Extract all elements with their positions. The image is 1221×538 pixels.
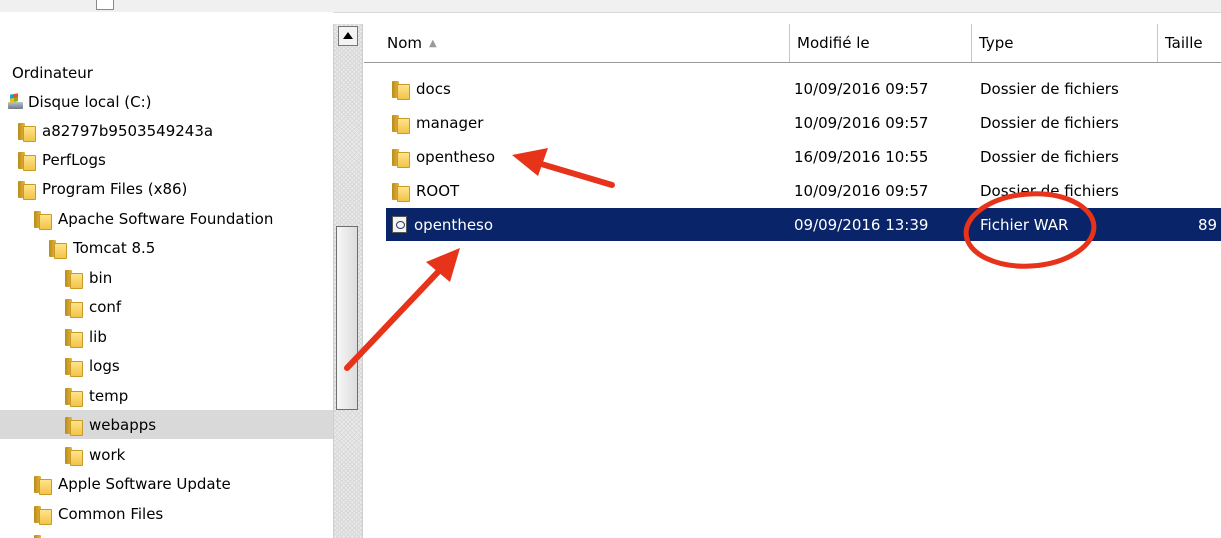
file-row-docs[interactable]: docs 10/09/2016 09:57 Dossier de fichier… xyxy=(386,72,1221,105)
nav-item-perflogs[interactable]: PerfLogs xyxy=(0,145,333,174)
folder-icon xyxy=(65,268,83,289)
scroll-up-arrow-icon[interactable] xyxy=(338,26,358,46)
folder-icon xyxy=(34,504,52,525)
column-header-label: Nom xyxy=(387,34,423,52)
war-file-icon xyxy=(392,216,407,233)
nav-item-apache-software-foundation[interactable]: Apache Software Foundation xyxy=(0,204,333,233)
folder-icon xyxy=(65,327,83,348)
nav-item-label: Program Files (x86) xyxy=(42,179,188,198)
sort-ascending-icon: ▲ xyxy=(429,37,437,49)
file-type: Dossier de fichiers xyxy=(980,181,1119,200)
nav-item-temp[interactable]: temp xyxy=(0,381,333,410)
nav-item-apple-software-update[interactable]: Apple Software Update xyxy=(0,469,333,498)
nav-item-label: a82797b9503549243a xyxy=(42,121,214,140)
column-header-label: Type xyxy=(979,34,1014,52)
column-header-type[interactable]: Type xyxy=(972,24,1158,62)
nav-item-label: lib xyxy=(89,327,107,346)
file-size: 89 xyxy=(1198,215,1218,234)
file-type: Dossier de fichiers xyxy=(980,147,1119,166)
folder-icon xyxy=(34,209,52,230)
column-header-size[interactable]: Taille xyxy=(1158,24,1221,62)
file-row-opentheso-war[interactable]: opentheso 09/09/2016 13:39 Fichier WAR 8… xyxy=(386,208,1221,241)
file-type: Fichier WAR xyxy=(980,215,1069,234)
navigation-pane: Ordinateur Disque local (C:) a82797b9503… xyxy=(0,12,333,538)
folder-icon xyxy=(65,415,83,436)
file-modified: 09/09/2016 13:39 xyxy=(794,215,929,234)
folder-icon xyxy=(18,150,36,171)
file-name: opentheso xyxy=(416,147,496,166)
folder-icon xyxy=(392,181,410,202)
file-name: opentheso xyxy=(414,215,494,234)
nav-item-computer[interactable]: Ordinateur xyxy=(0,58,333,87)
nav-item-work[interactable]: work xyxy=(0,440,333,469)
nav-item-partial[interactable] xyxy=(0,528,333,538)
folder-icon xyxy=(392,147,410,168)
file-row-root[interactable]: ROOT 10/09/2016 09:57 Dossier de fichier… xyxy=(386,174,1221,207)
file-row-opentheso-folder[interactable]: opentheso 16/09/2016 10:55 Dossier de fi… xyxy=(386,140,1221,173)
toolbar-checkbox[interactable] xyxy=(96,0,114,10)
nav-item-program-files-x86[interactable]: Program Files (x86) xyxy=(0,174,333,203)
nav-item-common-files[interactable]: Common Files xyxy=(0,499,333,528)
folder-icon xyxy=(392,79,410,100)
folder-icon xyxy=(65,445,83,466)
folder-icon xyxy=(392,113,410,134)
nav-item-label: webapps xyxy=(89,415,157,434)
drive-icon xyxy=(8,93,24,111)
folder-icon xyxy=(18,179,36,200)
file-modified: 10/09/2016 09:57 xyxy=(794,181,929,200)
file-name: ROOT xyxy=(416,181,460,200)
nav-item-logs[interactable]: logs xyxy=(0,351,333,380)
file-name: docs xyxy=(416,79,451,98)
nav-item-label: work xyxy=(89,445,126,464)
folder-icon xyxy=(34,533,52,538)
file-type: Dossier de fichiers xyxy=(980,113,1119,132)
nav-item-label: PerfLogs xyxy=(42,150,106,169)
nav-item-local-disk[interactable]: Disque local (C:) xyxy=(0,87,333,116)
file-row-manager[interactable]: manager 10/09/2016 09:57 Dossier de fich… xyxy=(386,106,1221,139)
nav-item-label: temp xyxy=(89,386,129,405)
nav-item-label: Common Files xyxy=(58,504,164,523)
column-header-label: Taille xyxy=(1165,34,1203,52)
scrollbar-thumb[interactable] xyxy=(336,226,358,410)
nav-item-conf[interactable]: conf xyxy=(0,292,333,321)
folder-icon xyxy=(65,356,83,377)
column-header-name[interactable]: Nom ▲ xyxy=(380,24,790,62)
file-type: Dossier de fichiers xyxy=(980,79,1119,98)
folder-icon xyxy=(34,474,52,495)
column-header-row: Nom ▲ Modifié le Type Taille xyxy=(364,24,1221,63)
nav-item-folder[interactable]: a82797b9503549243a xyxy=(0,116,333,145)
file-modified: 10/09/2016 09:57 xyxy=(794,113,929,132)
nav-item-label: Apple Software Update xyxy=(58,474,231,493)
column-header-label: Modifié le xyxy=(797,34,870,52)
column-header-modified[interactable]: Modifié le xyxy=(790,24,972,62)
file-modified: 10/09/2016 09:57 xyxy=(794,79,929,98)
folder-icon xyxy=(65,386,83,407)
folder-icon xyxy=(18,121,36,142)
file-name: manager xyxy=(416,113,484,132)
nav-item-tomcat[interactable]: Tomcat 8.5 xyxy=(0,233,333,262)
nav-item-label: bin xyxy=(89,268,113,287)
nav-item-label: Apache Software Foundation xyxy=(58,209,274,228)
nav-item-label: Ordinateur xyxy=(12,63,93,82)
nav-item-label: Tomcat 8.5 xyxy=(73,238,156,257)
nav-item-bin[interactable]: bin xyxy=(0,263,333,292)
file-modified: 16/09/2016 10:55 xyxy=(794,147,929,166)
nav-item-label: Disque local (C:) xyxy=(28,92,152,111)
file-explorer-window: Ordinateur Disque local (C:) a82797b9503… xyxy=(0,0,1221,538)
nav-item-label: logs xyxy=(89,356,120,375)
nav-item-lib[interactable]: lib xyxy=(0,322,333,351)
file-list-pane: Nom ▲ Modifié le Type Taille docs 10/09/… xyxy=(364,24,1221,538)
nav-item-webapps[interactable]: webapps xyxy=(0,410,333,439)
folder-icon xyxy=(49,238,67,259)
nav-item-label: conf xyxy=(89,297,122,316)
folder-icon xyxy=(65,297,83,318)
